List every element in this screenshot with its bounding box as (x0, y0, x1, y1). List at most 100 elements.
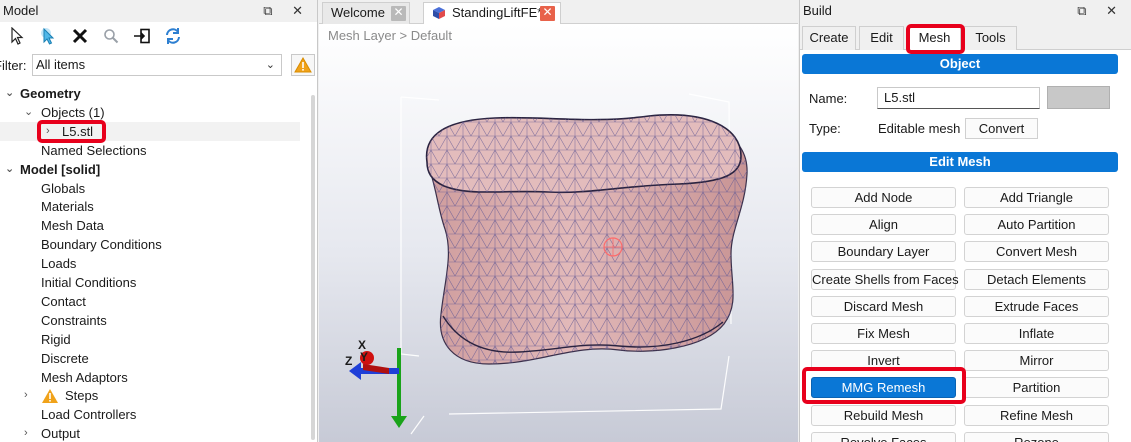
search-button[interactable] (95, 23, 126, 49)
select-highlight-button[interactable] (33, 23, 64, 49)
tree-item-boundary-conditions[interactable]: Boundary Conditions (0, 235, 300, 254)
delete-button[interactable] (64, 23, 95, 49)
tree-item-label: Named Selections (41, 142, 147, 158)
model-tree-scrollbar[interactable] (311, 95, 315, 440)
tree-item-rigid[interactable]: Rigid (0, 330, 300, 349)
tree-item-label: Model [solid] (20, 161, 101, 177)
add-node-button[interactable]: Add Node (811, 187, 956, 208)
select-arrow-button[interactable] (2, 23, 33, 49)
tree-item-mesh-adaptors[interactable]: Mesh Adaptors (0, 368, 300, 387)
tab-standingliftfe[interactable]: StandingLiftFE* ✕ (423, 2, 561, 24)
tree-item-label: Contact (41, 293, 86, 309)
close-icon[interactable]: ✕ (540, 6, 555, 21)
tree-item-mesh-data[interactable]: Mesh Data (0, 216, 300, 235)
tree-item-geometry[interactable]: ⌄ Geometry (0, 84, 300, 103)
tree-item-output[interactable]: › Output (0, 424, 300, 442)
tree-item-label: Steps (65, 388, 99, 404)
filter-label: Filter: (0, 57, 27, 73)
axis-z-label: Z (345, 354, 353, 368)
fix-mesh-button[interactable]: Fix Mesh (811, 323, 956, 344)
mirror-button[interactable]: Mirror (964, 350, 1109, 372)
highlight-l5-item (37, 120, 106, 143)
add-triangle-button[interactable]: Add Triangle (964, 187, 1109, 208)
warning-icon (294, 57, 312, 73)
tree-item-initial-conditions[interactable]: Initial Conditions (0, 273, 300, 292)
tree-item-named-selections[interactable]: Named Selections (0, 141, 300, 160)
model-panel: Model ⧉ ✕ Filter: All items ⌄ ⌄ (0, 0, 318, 442)
tree-item-label: Initial Conditions (41, 275, 137, 290)
rebuild-mesh-button[interactable]: Rebuild Mesh (811, 404, 956, 426)
tree-item-label: Mesh Adaptors (41, 369, 128, 385)
filter-select[interactable]: All items ⌄ (32, 54, 282, 76)
name-label: Name: (809, 91, 848, 106)
3d-viewport[interactable]: Mesh Layer > Default X Y Z (319, 24, 798, 442)
model-panel-title-text: Model (3, 3, 39, 18)
rezone-button[interactable]: Rezone (964, 431, 1109, 442)
build-panel-title-text: Build (803, 3, 832, 18)
name-field[interactable]: L5.stl (877, 87, 1040, 109)
refresh-button[interactable] (157, 23, 188, 49)
align-button[interactable]: Align (811, 214, 956, 236)
auto-partition-button[interactable]: Auto Partition (964, 214, 1109, 236)
highlight-mmg-remesh (802, 367, 966, 404)
chevron-right-icon[interactable]: › (24, 424, 28, 442)
highlight-mesh-tab (906, 24, 965, 54)
convert-mesh-button[interactable]: Convert Mesh (964, 241, 1109, 263)
tree-item-label: Loads (41, 256, 77, 272)
inflate-button[interactable]: Inflate (964, 323, 1109, 344)
refresh-icon (165, 28, 180, 44)
tab-create[interactable]: Create (802, 26, 856, 50)
chevron-down-icon[interactable]: ⌄ (5, 84, 14, 103)
tab-edit[interactable]: Edit (859, 26, 904, 50)
tree-item-steps[interactable]: › Steps (0, 386, 300, 405)
model-panel-window-buttons[interactable]: ⧉ ✕ (263, 0, 311, 22)
extrude-faces-button[interactable]: Extrude Faces (964, 295, 1109, 317)
tree-item-materials[interactable]: Materials (0, 197, 300, 216)
close-icon[interactable]: ✕ (391, 6, 406, 21)
chevron-down-icon[interactable]: ⌄ (24, 103, 33, 122)
edit-mesh-section-header: Edit Mesh (802, 152, 1118, 172)
chevron-down-icon[interactable]: ⌄ (5, 160, 14, 179)
tree-item-label: Globals (41, 180, 86, 196)
refine-mesh-button[interactable]: Refine Mesh (964, 404, 1109, 426)
tree-item-label: Constraints (41, 312, 107, 328)
tree-item-model-solid[interactable]: ⌄ Model [solid] (0, 160, 300, 179)
create-shells-from-faces-button[interactable]: Create Shells from Faces (811, 268, 959, 290)
revolve-faces-button[interactable]: Revolve Faces (811, 431, 956, 442)
boundary-layer-button[interactable]: Boundary Layer (811, 241, 956, 263)
tree-item-label: Geometry (20, 86, 81, 101)
model-file-icon (433, 7, 445, 19)
tree-item-constraints[interactable]: Constraints (0, 311, 300, 330)
model-toolbar (0, 22, 317, 50)
partition-button[interactable]: Partition (964, 377, 1109, 399)
warning-icon (42, 389, 58, 404)
filter-select-value: All items (36, 57, 86, 72)
convert-button[interactable]: Convert (965, 118, 1038, 139)
type-value: Editable mesh (878, 121, 961, 136)
tree-item-label: Materials (41, 199, 94, 215)
tab-create-label: Create (809, 30, 849, 45)
build-panel-window-buttons[interactable]: ⧉ ✕ (1077, 0, 1125, 22)
tab-welcome-label: Welcome (331, 5, 385, 20)
tree-item-loads[interactable]: Loads (0, 254, 300, 273)
tree-item-label: Boundary Conditions (41, 237, 162, 253)
tree-item-label: Discrete (41, 350, 89, 366)
detach-elements-button[interactable]: Detach Elements (964, 268, 1109, 290)
tree-item-discrete[interactable]: Discrete (0, 349, 300, 368)
center-area: Welcome ✕ StandingLiftFE* ✕ Mesh Layer >… (319, 0, 798, 442)
pointer-icon (10, 27, 24, 45)
tab-welcome[interactable]: Welcome ✕ (322, 2, 410, 24)
tab-tools-label: Tools (975, 30, 1006, 45)
tree-item-contact[interactable]: Contact (0, 292, 300, 311)
object-color-swatch[interactable] (1047, 86, 1110, 109)
discard-mesh-button[interactable]: Discard Mesh (811, 295, 956, 317)
tab-tools[interactable]: Tools (964, 26, 1017, 50)
warning-button[interactable] (291, 54, 315, 76)
tab-edit-label: Edit (870, 30, 893, 45)
x-delete-icon (72, 28, 87, 44)
export-button[interactable] (126, 23, 157, 49)
tree-item-globals[interactable]: Globals (0, 179, 300, 198)
chevron-right-icon[interactable]: › (24, 386, 28, 405)
tree-item-load-controllers[interactable]: Load Controllers (0, 405, 300, 424)
build-tabs: Create Edit Mesh Tools (800, 22, 1131, 50)
